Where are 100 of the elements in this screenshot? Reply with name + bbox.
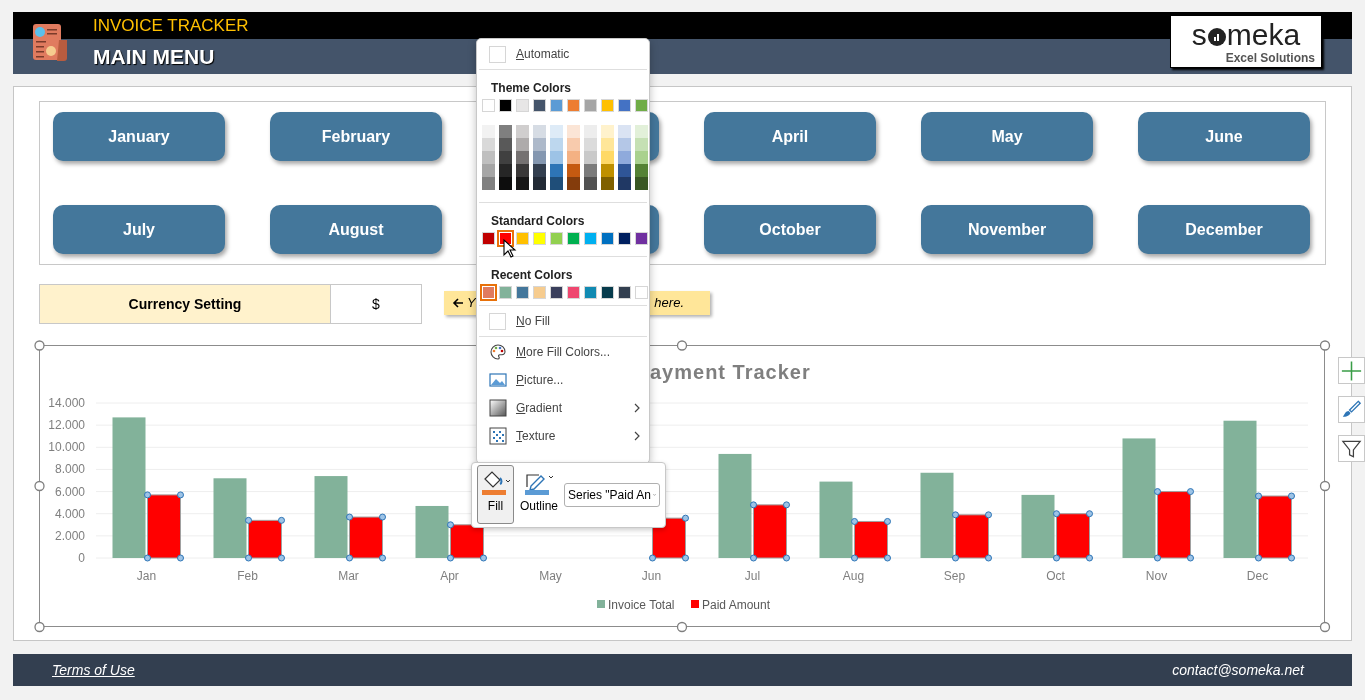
color-swatch[interactable] bbox=[618, 99, 631, 112]
month-button[interactable]: April bbox=[704, 112, 876, 161]
color-swatch[interactable] bbox=[567, 99, 580, 112]
month-button[interactable]: August bbox=[270, 205, 442, 254]
color-swatch[interactable] bbox=[516, 177, 529, 190]
color-swatch[interactable] bbox=[601, 151, 614, 164]
menu-item[interactable]: Gradient bbox=[477, 394, 649, 422]
toolbar-button[interactable]: Fill bbox=[477, 465, 514, 524]
month-button[interactable]: May bbox=[921, 112, 1093, 161]
color-swatch[interactable] bbox=[516, 232, 529, 245]
color-swatch[interactable] bbox=[618, 125, 631, 138]
color-swatch[interactable] bbox=[550, 138, 563, 151]
menu-item[interactable]: More Fill Colors... bbox=[477, 338, 649, 366]
toolbar-button[interactable]: Outline bbox=[519, 465, 559, 524]
color-swatch[interactable] bbox=[533, 232, 546, 245]
color-swatch[interactable] bbox=[618, 164, 631, 177]
color-swatch[interactable] bbox=[584, 151, 597, 164]
color-swatch[interactable] bbox=[499, 164, 512, 177]
color-swatch[interactable] bbox=[499, 125, 512, 138]
color-swatch[interactable] bbox=[635, 164, 648, 177]
color-swatch[interactable] bbox=[516, 99, 529, 112]
color-swatch[interactable] bbox=[516, 151, 529, 164]
color-swatch[interactable] bbox=[550, 125, 563, 138]
month-button[interactable]: October bbox=[704, 205, 876, 254]
color-swatch[interactable] bbox=[499, 151, 512, 164]
color-swatch[interactable] bbox=[482, 138, 495, 151]
menu-item[interactable]: Automatic bbox=[477, 39, 649, 69]
color-swatch[interactable] bbox=[584, 164, 597, 177]
color-swatch[interactable] bbox=[550, 151, 563, 164]
color-swatch[interactable] bbox=[533, 286, 546, 299]
color-swatch[interactable] bbox=[516, 138, 529, 151]
color-swatch[interactable] bbox=[499, 177, 512, 190]
color-swatch[interactable] bbox=[499, 138, 512, 151]
color-swatch[interactable] bbox=[516, 125, 529, 138]
color-swatch[interactable] bbox=[635, 138, 648, 151]
color-swatch[interactable] bbox=[550, 232, 563, 245]
color-swatch[interactable] bbox=[635, 177, 648, 190]
chart-filter-button[interactable] bbox=[1338, 435, 1365, 462]
menu-item[interactable]: Picture... bbox=[477, 366, 649, 394]
color-swatch[interactable] bbox=[601, 177, 614, 190]
color-swatch[interactable] bbox=[533, 151, 546, 164]
color-swatch[interactable] bbox=[618, 138, 631, 151]
color-swatch[interactable] bbox=[635, 232, 648, 245]
color-swatch[interactable] bbox=[635, 151, 648, 164]
color-swatch[interactable] bbox=[635, 286, 648, 299]
color-swatch[interactable] bbox=[482, 164, 495, 177]
color-swatch[interactable] bbox=[584, 138, 597, 151]
color-swatch[interactable] bbox=[567, 151, 580, 164]
color-swatch[interactable] bbox=[601, 99, 614, 112]
color-swatch[interactable] bbox=[618, 232, 631, 245]
month-button[interactable]: January bbox=[53, 112, 225, 161]
color-swatch[interactable] bbox=[550, 99, 563, 112]
series-dropdown[interactable]: Series "Paid An bbox=[564, 483, 660, 507]
color-swatch[interactable] bbox=[516, 164, 529, 177]
color-swatch[interactable] bbox=[584, 286, 597, 299]
color-swatch[interactable] bbox=[516, 286, 529, 299]
color-swatch[interactable] bbox=[482, 99, 495, 112]
terms-link[interactable]: Terms of Use bbox=[52, 659, 135, 681]
color-swatch[interactable] bbox=[482, 125, 495, 138]
color-swatch[interactable] bbox=[533, 138, 546, 151]
color-swatch[interactable] bbox=[567, 232, 580, 245]
color-swatch[interactable] bbox=[533, 177, 546, 190]
color-swatch[interactable] bbox=[550, 286, 563, 299]
color-swatch[interactable] bbox=[601, 138, 614, 151]
color-swatch[interactable] bbox=[533, 164, 546, 177]
color-swatch[interactable] bbox=[499, 99, 512, 112]
chart-plus-button[interactable] bbox=[1338, 357, 1365, 384]
color-swatch[interactable] bbox=[601, 125, 614, 138]
color-swatch[interactable] bbox=[601, 286, 614, 299]
color-swatch[interactable] bbox=[482, 151, 495, 164]
month-button[interactable]: February bbox=[270, 112, 442, 161]
color-swatch[interactable] bbox=[618, 286, 631, 299]
color-swatch[interactable] bbox=[618, 151, 631, 164]
menu-item[interactable]: Texture bbox=[477, 422, 649, 450]
color-swatch[interactable] bbox=[635, 125, 648, 138]
color-swatch[interactable] bbox=[482, 177, 495, 190]
month-button[interactable]: July bbox=[53, 205, 225, 254]
menu-item[interactable]: No Fill bbox=[477, 306, 649, 336]
color-swatch[interactable] bbox=[584, 99, 597, 112]
color-swatch[interactable] bbox=[533, 99, 546, 112]
color-swatch[interactable] bbox=[584, 125, 597, 138]
color-swatch[interactable] bbox=[567, 286, 580, 299]
color-swatch[interactable] bbox=[567, 125, 580, 138]
color-swatch[interactable] bbox=[499, 286, 512, 299]
color-swatch[interactable] bbox=[584, 232, 597, 245]
month-button[interactable]: June bbox=[1138, 112, 1310, 161]
color-swatch[interactable] bbox=[601, 164, 614, 177]
month-button[interactable]: November bbox=[921, 205, 1093, 254]
color-swatch[interactable] bbox=[567, 177, 580, 190]
currency-field[interactable]: $ bbox=[331, 284, 422, 324]
color-swatch[interactable] bbox=[533, 125, 546, 138]
color-swatch[interactable] bbox=[584, 177, 597, 190]
month-button[interactable]: December bbox=[1138, 205, 1310, 254]
color-swatch[interactable] bbox=[567, 138, 580, 151]
color-swatch[interactable] bbox=[618, 177, 631, 190]
color-swatch[interactable] bbox=[567, 164, 580, 177]
chart-brush-button[interactable] bbox=[1338, 396, 1365, 423]
color-swatch[interactable] bbox=[550, 164, 563, 177]
color-swatch[interactable] bbox=[635, 99, 648, 112]
color-swatch[interactable] bbox=[601, 232, 614, 245]
